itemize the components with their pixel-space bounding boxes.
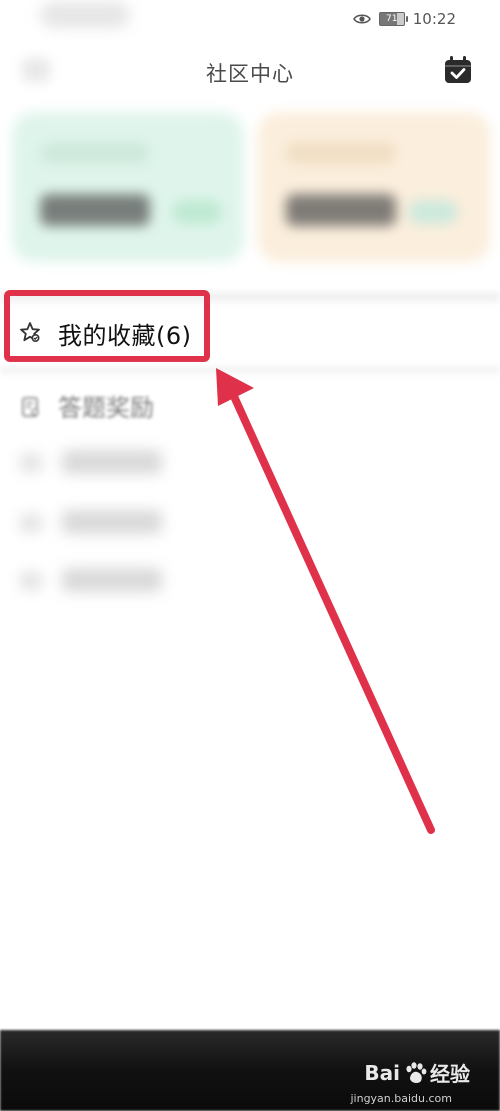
baidu-paw-icon bbox=[402, 1060, 428, 1086]
blurred-label bbox=[62, 450, 162, 474]
watermark: Bai 经验 bbox=[364, 1058, 470, 1087]
card-value-blur bbox=[40, 194, 150, 226]
watermark-brand: Bai bbox=[364, 1060, 400, 1085]
blurred-menu-item[interactable] bbox=[20, 508, 170, 538]
menu-item-quiz-rewards[interactable]: 答题奖励 bbox=[0, 376, 500, 436]
card-title-blur bbox=[286, 142, 396, 164]
blurred-icon bbox=[20, 454, 42, 472]
blurred-card-left[interactable] bbox=[12, 112, 244, 262]
eye-icon bbox=[352, 13, 371, 25]
blurred-icon bbox=[20, 514, 42, 532]
page-title: 社区中心 bbox=[206, 62, 294, 86]
highlight-box bbox=[4, 290, 210, 362]
blurred-label bbox=[62, 510, 162, 534]
status-bar-right: 71 10:22 bbox=[352, 10, 456, 28]
status-bar: 71 10:22 bbox=[0, 0, 500, 36]
battery-icon: 71 bbox=[378, 12, 408, 26]
status-bar-blurred-area bbox=[40, 2, 130, 28]
section-divider bbox=[0, 366, 500, 374]
card-button-blur bbox=[408, 200, 458, 224]
blurred-label bbox=[62, 568, 162, 592]
watermark-url: jingyan.baidu.com bbox=[350, 1092, 452, 1105]
card-value-blur bbox=[286, 194, 396, 226]
card-button-blur bbox=[172, 200, 222, 224]
blurred-card-right[interactable] bbox=[258, 112, 490, 262]
menu-item-quiz-rewards-label: 答题奖励 bbox=[58, 394, 154, 422]
calendar-check-icon[interactable] bbox=[442, 54, 474, 86]
blurred-icon bbox=[20, 572, 42, 590]
status-time: 10:22 bbox=[412, 10, 456, 28]
blurred-menu-item[interactable] bbox=[20, 566, 170, 596]
header: 社区中心 bbox=[0, 44, 500, 100]
card-title-blur bbox=[40, 142, 150, 164]
blurred-menu-item[interactable] bbox=[20, 448, 170, 478]
watermark-brand-suffix: 经验 bbox=[430, 1062, 470, 1086]
document-icon bbox=[18, 394, 44, 420]
